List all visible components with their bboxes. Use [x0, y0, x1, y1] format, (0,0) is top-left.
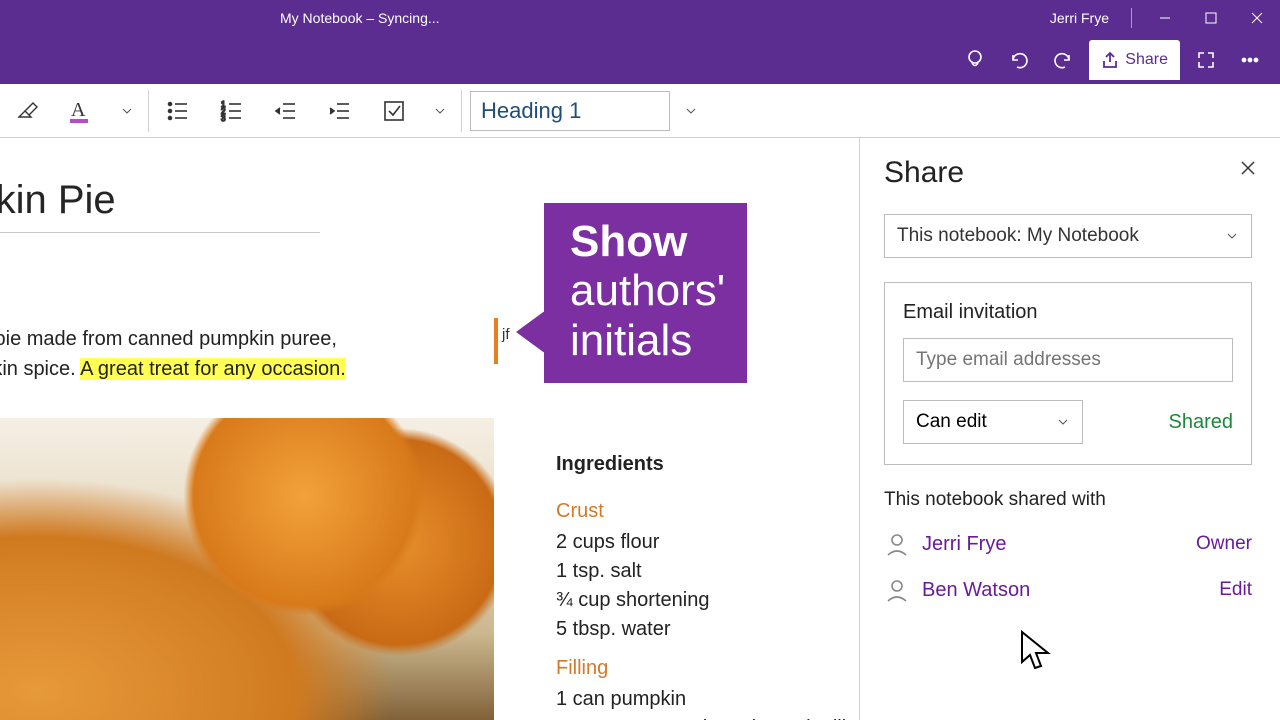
formatting-toolbar: A 123 Heading 1	[0, 84, 1280, 138]
outdent-icon[interactable]	[259, 84, 313, 138]
window-controls	[1121, 0, 1280, 36]
email-invitation-box: Email invitation Can edit Shared	[884, 282, 1252, 465]
ingredients-heading: Ingredients	[556, 450, 852, 479]
email-invitation-label: Email invitation	[903, 301, 1233, 324]
undo-icon[interactable]	[997, 38, 1041, 82]
ingredients-block[interactable]: Ingredients Crust 2 cups flour 1 tsp. sa…	[556, 450, 852, 720]
indent-icon[interactable]	[313, 84, 367, 138]
list-item: 5 tbsp. water	[556, 615, 852, 644]
recipe-image[interactable]	[0, 418, 494, 720]
author-initials[interactable]: jf	[502, 326, 510, 343]
todo-tag-icon[interactable]	[367, 84, 421, 138]
font-color-icon[interactable]: A	[54, 84, 108, 138]
more-icon[interactable]	[1228, 38, 1272, 82]
maximize-button[interactable]	[1188, 0, 1234, 36]
account-name[interactable]: Jerri Frye	[1050, 10, 1121, 26]
close-button[interactable]	[1234, 0, 1280, 36]
font-color-dropdown[interactable]	[108, 84, 146, 138]
shared-with-label: This notebook shared with	[884, 489, 1252, 511]
style-dropdown[interactable]	[670, 104, 712, 118]
person-role: Owner	[1196, 533, 1252, 555]
share-icon	[1101, 51, 1119, 69]
tags-dropdown[interactable]	[421, 84, 459, 138]
person-role[interactable]: Edit	[1219, 579, 1252, 601]
fullscreen-icon[interactable]	[1184, 38, 1228, 82]
filling-subheading: Filling	[556, 654, 852, 683]
style-selector[interactable]: Heading 1	[470, 91, 670, 131]
shared-person-row[interactable]: Ben Watson Edit	[884, 577, 1252, 603]
body-paragraph[interactable]: tional pumpkin pie made from canned pump…	[0, 324, 440, 384]
highlighter-icon[interactable]	[0, 84, 54, 138]
author-change-bar	[494, 318, 498, 364]
list-item: 1 tsp. salt	[556, 557, 852, 586]
tutorial-callout: Show authors' initials	[544, 203, 747, 383]
permission-select[interactable]: Can edit	[903, 400, 1083, 444]
svg-text:3: 3	[221, 114, 226, 123]
bullets-icon[interactable]	[151, 84, 205, 138]
title-bar: My Notebook – Syncing... Jerri Frye	[0, 0, 1280, 36]
tell-me-icon[interactable]	[953, 38, 997, 82]
share-status: Shared	[1169, 411, 1234, 434]
list-item: ¾ cup shortening	[556, 586, 852, 615]
minimize-button[interactable]	[1142, 0, 1188, 36]
person-icon	[884, 531, 910, 557]
email-input[interactable]	[903, 338, 1233, 382]
window-title: My Notebook – Syncing...	[280, 10, 440, 26]
redo-icon[interactable]	[1041, 38, 1085, 82]
share-label: Share	[1125, 51, 1168, 69]
list-item: 1 can pumpkin	[556, 685, 852, 714]
highlighted-text: A great treat for any occasion.	[80, 358, 346, 380]
list-item: 1 can sweetened condensed milk	[556, 714, 852, 720]
app-header: Share	[0, 36, 1280, 84]
share-pane-title: Share	[884, 156, 1252, 190]
share-button[interactable]: Share	[1089, 40, 1180, 80]
numbering-icon[interactable]: 123	[205, 84, 259, 138]
person-name: Jerri Frye	[922, 533, 1006, 556]
shared-person-row[interactable]: Jerri Frye Owner	[884, 531, 1252, 557]
person-name: Ben Watson	[922, 579, 1030, 602]
page-title[interactable]: s Pumpkin Pie	[0, 178, 116, 223]
share-scope-select[interactable]: This notebook: My Notebook	[884, 214, 1252, 258]
note-canvas[interactable]: s Pumpkin Pie tional pumpkin pie made fr…	[0, 138, 860, 720]
chevron-down-icon	[1225, 229, 1239, 243]
close-share-button[interactable]	[1240, 160, 1256, 181]
crust-subheading: Crust	[556, 497, 852, 526]
chevron-down-icon	[1056, 415, 1070, 429]
list-item: 2 cups flour	[556, 528, 852, 557]
share-pane: Share This notebook: My Notebook Email i…	[860, 138, 1280, 720]
svg-text:A: A	[71, 99, 86, 121]
person-icon	[884, 577, 910, 603]
